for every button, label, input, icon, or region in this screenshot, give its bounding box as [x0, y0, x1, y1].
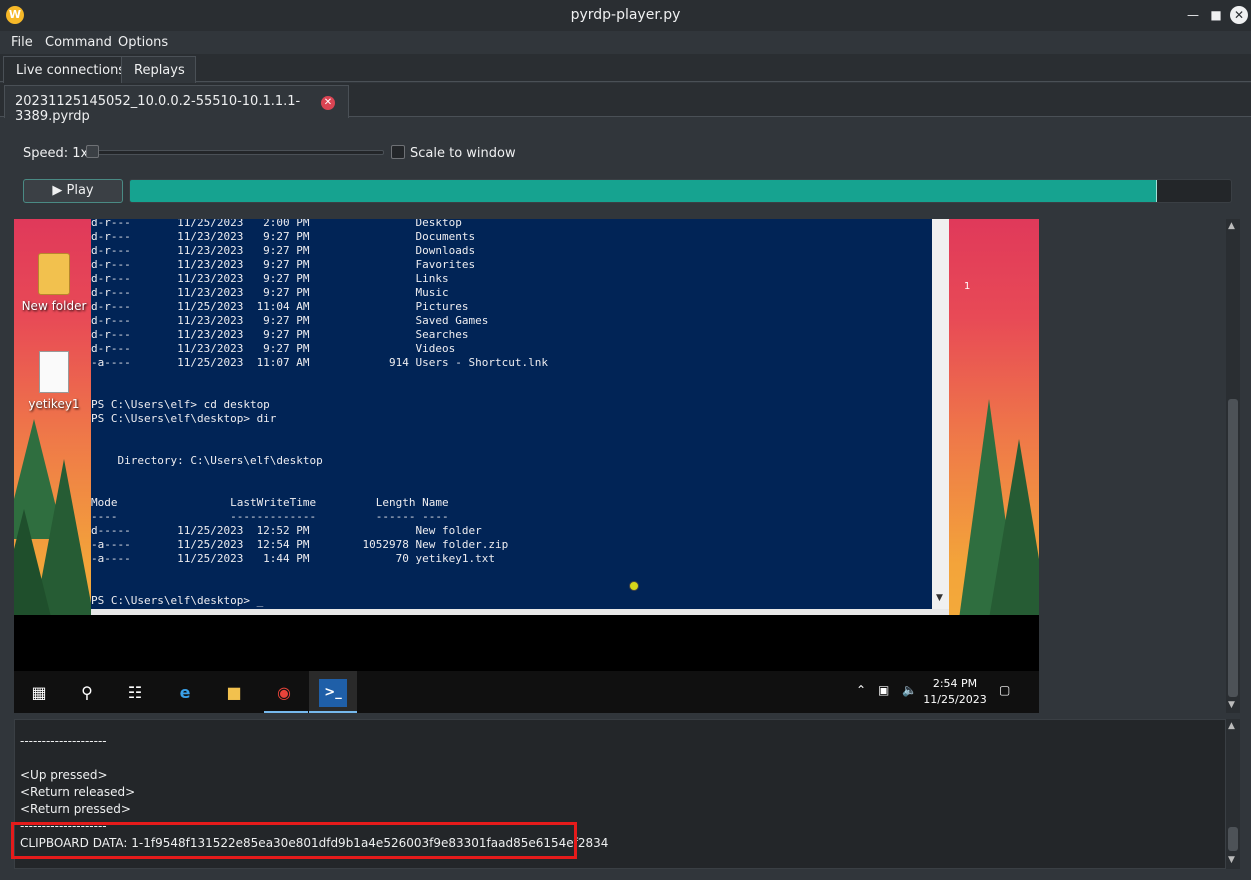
search-icon[interactable]: ⚲	[73, 679, 101, 707]
remote-desktop: New folder yetikey1 1 d-r--- 11/25/2023 …	[14, 219, 1039, 713]
clock-date: 11/25/2023	[923, 693, 987, 706]
window-title: pyrdp-player.py	[570, 7, 681, 23]
mouse-cursor-indicator	[629, 581, 639, 591]
text-file-icon	[39, 351, 69, 393]
desktop-icon-label: yetikey1	[28, 397, 80, 411]
viewport-scrollbar[interactable]: ▲ ▼	[1226, 219, 1240, 713]
log-line: <Up pressed>	[20, 768, 108, 782]
chevron-up-icon[interactable]: ⌃	[856, 683, 866, 697]
maximize-icon[interactable]: ■	[1207, 6, 1225, 24]
chevron-up-icon[interactable]: ▲	[1228, 721, 1235, 731]
powershell-line: Mode LastWriteTime Length Name	[91, 496, 449, 509]
viewport-scrollbar-thumb[interactable]	[1228, 399, 1238, 697]
powershell-icon[interactable]: >_	[319, 679, 347, 707]
tab-replays[interactable]: Replays	[121, 56, 196, 83]
powershell-line: d-r--- 11/23/2023 9:27 PM Searches	[91, 328, 469, 341]
desktop-icon-label: New folder	[21, 299, 87, 313]
speed-slider-track[interactable]	[88, 150, 384, 155]
powershell-line: d-r--- 11/23/2023 9:27 PM Saved Games	[91, 314, 489, 327]
powershell-line	[91, 440, 548, 454]
powershell-output: d-r--- 11/25/2023 2:00 PM Desktop d-r--- …	[91, 219, 548, 608]
powershell-line: -a---- 11/25/2023 12:54 PM 1052978 New f…	[91, 538, 509, 551]
minimize-icon[interactable]: —	[1184, 6, 1202, 24]
scale-to-window-label: Scale to window	[410, 146, 516, 161]
powershell-line: ---- ------------- ------ ----	[91, 510, 449, 523]
chevron-up-icon[interactable]: ▲	[1228, 221, 1235, 231]
tree-decoration	[989, 439, 1039, 619]
powershell-line	[91, 370, 548, 384]
powershell-line: PS C:\Users\elf> cd desktop	[91, 398, 270, 411]
folder-icon	[38, 253, 70, 295]
powershell-line: -a---- 11/25/2023 11:07 AM 914 Users - S…	[91, 356, 548, 369]
menu-command[interactable]: Command	[45, 35, 112, 50]
powershell-line	[91, 468, 548, 482]
internet-explorer-icon[interactable]: e	[171, 679, 199, 707]
log-line: <Return pressed>	[20, 802, 131, 816]
chevron-down-icon[interactable]: ▼	[1228, 855, 1235, 865]
windows-taskbar: ▦ ⚲ ☷ e ■ ◉ >_ ⌃ ▣ 🔈 2:54 PM 11/25/2023 …	[14, 671, 1039, 713]
clipboard-highlight-box	[11, 822, 577, 859]
close-icon[interactable]: ✕	[1230, 6, 1248, 24]
desktop-icon-yetikey1[interactable]: yetikey1	[14, 351, 94, 411]
chrome-icon[interactable]: ◉	[270, 679, 298, 707]
powershell-line	[91, 384, 548, 398]
replay-file-tab[interactable]: 20231125145052_10.0.0.2-55510-10.1.1.1-3…	[4, 85, 349, 124]
volume-muted-icon[interactable]: 🔈	[902, 683, 917, 697]
scale-to-window-checkbox[interactable]	[391, 145, 405, 159]
log-line: <Return released>	[20, 785, 136, 799]
main-tab-bar: Live connections Replays	[0, 54, 1251, 83]
speed-label: Speed: 1x	[23, 146, 89, 161]
chevron-down-icon[interactable]: ▼	[1228, 700, 1235, 710]
replay-file-name: 20231125145052_10.0.0.2-55510-10.1.1.1-3…	[15, 94, 301, 124]
notification-icon[interactable]: ▢	[999, 683, 1010, 697]
replay-file-tab-bar: 20231125145052_10.0.0.2-55510-10.1.1.1-3…	[0, 83, 1251, 124]
network-icon[interactable]: ▣	[878, 683, 889, 697]
desktop-black-area	[14, 615, 1039, 671]
powershell-line	[91, 580, 548, 594]
title-bar: W pyrdp-player.py — ■ ✕	[0, 0, 1251, 31]
speed-slider-handle[interactable]	[86, 145, 99, 158]
log-scrollbar[interactable]: ▲ ▼	[1226, 719, 1240, 869]
taskbar-clock[interactable]: 2:54 PM 11/25/2023	[920, 676, 990, 708]
powershell-line: d-r--- 11/23/2023 9:27 PM Downloads	[91, 244, 476, 257]
powershell-line: d-r--- 11/23/2023 9:27 PM Videos	[91, 342, 456, 355]
powershell-line: d-r--- 11/23/2023 9:27 PM Links	[91, 272, 449, 285]
powershell-line: PS C:\Users\elf\desktop> _	[91, 594, 264, 607]
powershell-line: d-r--- 11/23/2023 9:27 PM Music	[91, 286, 449, 299]
powershell-line: d----- 11/25/2023 12:52 PM New folder	[91, 524, 482, 537]
windows-start-icon[interactable]: ▦	[25, 679, 53, 707]
powershell-window[interactable]: d-r--- 11/25/2023 2:00 PM Desktop d-r--- …	[91, 219, 947, 615]
menu-options[interactable]: Options	[118, 35, 168, 50]
log-scrollbar-thumb[interactable]	[1228, 827, 1238, 851]
task-view-icon[interactable]: ☷	[121, 679, 149, 707]
clock-time: 2:54 PM	[932, 677, 978, 690]
desktop-icon-new-folder[interactable]: New folder	[14, 253, 94, 313]
rdp-session-viewport[interactable]: New folder yetikey1 1 d-r--- 11/25/2023 …	[14, 219, 1240, 713]
powershell-line: d-r--- 11/23/2023 9:27 PM Favorites	[91, 258, 476, 271]
powershell-line: PS C:\Users\elf\desktop> dir	[91, 412, 277, 425]
replay-progress-bar[interactable]	[129, 179, 1232, 203]
powershell-line: d-r--- 11/23/2023 9:27 PM Documents	[91, 230, 476, 243]
powershell-line: -a---- 11/25/2023 1:44 PM 70 yetikey1.tx…	[91, 552, 495, 565]
tree-decoration	[14, 509, 54, 629]
tab-live-connections[interactable]: Live connections	[3, 56, 137, 83]
powershell-scrollbar[interactable]: ▼	[932, 219, 949, 609]
chevron-down-icon[interactable]: ▼	[936, 593, 943, 603]
replay-progress-fill	[130, 180, 1158, 202]
play-button[interactable]: ▶ Play	[23, 179, 123, 203]
desktop-overlay-label: 1	[964, 281, 971, 292]
log-line: --------------------	[20, 734, 107, 748]
file-explorer-icon[interactable]: ■	[220, 679, 248, 707]
powershell-line: d-r--- 11/25/2023 11:04 AM Pictures	[91, 300, 469, 313]
menu-bar: File Command Options	[0, 31, 1251, 54]
powershell-line	[91, 566, 548, 580]
powershell-line	[91, 482, 548, 496]
powershell-line: Directory: C:\Users\elf\desktop	[91, 454, 323, 467]
powershell-line	[91, 426, 548, 440]
close-tab-icon[interactable]: ✕	[321, 96, 335, 110]
menu-file[interactable]: File	[11, 35, 33, 50]
powershell-line: d-r--- 11/25/2023 2:00 PM Desktop	[91, 219, 462, 229]
